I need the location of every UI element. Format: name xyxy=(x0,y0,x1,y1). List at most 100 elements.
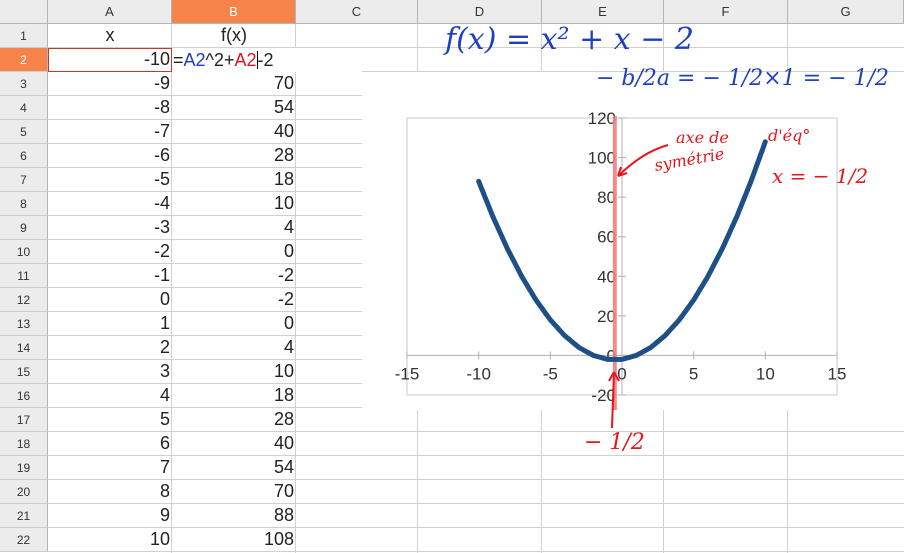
data-point xyxy=(663,334,667,338)
cell-a22[interactable]: 10 xyxy=(48,528,172,551)
cell-a19[interactable]: 7 xyxy=(48,456,172,479)
row-header-18[interactable]: 18 xyxy=(0,432,48,456)
data-point xyxy=(634,353,638,357)
row-header-7[interactable]: 7 xyxy=(0,168,48,192)
cell-b16[interactable]: 18 xyxy=(172,384,296,407)
cell-a1[interactable]: x xyxy=(48,24,172,47)
data-point xyxy=(591,353,595,357)
row-header-6[interactable]: 6 xyxy=(0,144,48,168)
formula-token: -2 xyxy=(257,49,274,70)
select-all-corner[interactable] xyxy=(0,0,48,24)
row-header-1[interactable]: 1 xyxy=(0,24,48,48)
row-header-17[interactable]: 17 xyxy=(0,408,48,432)
column-header-d[interactable]: D xyxy=(418,0,542,24)
data-point xyxy=(606,357,610,361)
axis-label-annotation-3: d'éq° xyxy=(768,126,811,145)
row-header-15[interactable]: 15 xyxy=(0,360,48,384)
data-point xyxy=(520,274,524,278)
cell-a18[interactable]: 6 xyxy=(48,432,172,455)
cell-b3[interactable]: 70 xyxy=(172,72,296,95)
column-header-a[interactable]: A xyxy=(48,0,172,24)
column-header-g[interactable]: G xyxy=(788,0,904,24)
cell-a5[interactable]: -7 xyxy=(48,120,172,143)
data-point xyxy=(534,298,538,302)
cell-a8[interactable]: -4 xyxy=(48,192,172,215)
cell-b19[interactable]: 54 xyxy=(172,456,296,479)
row-header-10[interactable]: 10 xyxy=(0,240,48,264)
row-header-4[interactable]: 4 xyxy=(0,96,48,120)
row-header-16[interactable]: 16 xyxy=(0,384,48,408)
row-header-3[interactable]: 3 xyxy=(0,72,48,96)
cell-b5[interactable]: 40 xyxy=(172,120,296,143)
column-header-c[interactable]: C xyxy=(296,0,418,24)
column-header-f[interactable]: F xyxy=(664,0,788,24)
row-header-2[interactable]: 2 xyxy=(0,48,48,72)
x-tick-label: 5 xyxy=(689,364,698,383)
row-header-14[interactable]: 14 xyxy=(0,336,48,360)
data-point xyxy=(649,346,653,350)
data-point xyxy=(548,318,552,322)
cell-b20[interactable]: 70 xyxy=(172,480,296,503)
cell-b17[interactable]: 28 xyxy=(172,408,296,431)
cell-a11[interactable]: -1 xyxy=(48,264,172,287)
cell-b2-formula-editor[interactable]: = A2 ^2+ A2 -2 xyxy=(172,48,362,72)
row-header-11[interactable]: 11 xyxy=(0,264,48,288)
y-tick-label: 100 xyxy=(588,149,616,168)
cell-b9[interactable]: 4 xyxy=(172,216,296,239)
cell-b21[interactable]: 88 xyxy=(172,504,296,527)
cell-a9[interactable]: -3 xyxy=(48,216,172,239)
cell-b22[interactable]: 108 xyxy=(172,528,296,551)
cell-a6[interactable]: -6 xyxy=(48,144,172,167)
x-tick-label: -10 xyxy=(466,364,491,383)
data-point xyxy=(620,357,624,361)
data-point xyxy=(749,179,753,183)
data-point xyxy=(692,298,696,302)
cell-a10[interactable]: -2 xyxy=(48,240,172,263)
row-header-20[interactable]: 20 xyxy=(0,480,48,504)
parabola-chart[interactable]: -15 -10 -5 0 5 10 15 -20 0 20 40 60 80 100 120 xyxy=(362,72,904,421)
cell-b1[interactable]: f(x) xyxy=(172,24,296,47)
row-header-22[interactable]: 22 xyxy=(0,528,48,552)
y-tick-label: -20 xyxy=(591,386,616,405)
x-tick-label: 0 xyxy=(617,364,626,383)
cell-b15[interactable]: 10 xyxy=(172,360,296,383)
data-point xyxy=(677,318,681,322)
data-point xyxy=(763,140,767,144)
function-annotation: f(x) = x² + x − 2 xyxy=(445,22,695,57)
cell-b18[interactable]: 40 xyxy=(172,432,296,455)
cell-b12[interactable]: -2 xyxy=(172,288,296,311)
data-point xyxy=(477,179,481,183)
cell-a13[interactable]: 1 xyxy=(48,312,172,335)
cell-b4[interactable]: 54 xyxy=(172,96,296,119)
cell-a15[interactable]: 3 xyxy=(48,360,172,383)
cell-a3[interactable]: -9 xyxy=(48,72,172,95)
cell-a16[interactable]: 4 xyxy=(48,384,172,407)
cell-b14[interactable]: 4 xyxy=(172,336,296,359)
cell-b7[interactable]: 18 xyxy=(172,168,296,191)
column-header-b[interactable]: B xyxy=(172,0,296,24)
cell-a4[interactable]: -8 xyxy=(48,96,172,119)
row-header-19[interactable]: 19 xyxy=(0,456,48,480)
cell-b10[interactable]: 0 xyxy=(172,240,296,263)
data-point xyxy=(563,334,567,338)
cell-a12[interactable]: 0 xyxy=(48,288,172,311)
cell-b8[interactable]: 10 xyxy=(172,192,296,215)
row-gridline xyxy=(48,551,904,552)
chart-svg: -15 -10 -5 0 5 10 15-20020406080100120 xyxy=(395,109,846,421)
cell-b11[interactable]: -2 xyxy=(172,264,296,287)
cell-a7[interactable]: -5 xyxy=(48,168,172,191)
cell-a21[interactable]: 9 xyxy=(48,504,172,527)
row-header-8[interactable]: 8 xyxy=(0,192,48,216)
cell-a14[interactable]: 2 xyxy=(48,336,172,359)
row-header-5[interactable]: 5 xyxy=(0,120,48,144)
cell-a20[interactable]: 8 xyxy=(48,480,172,503)
row-header-21[interactable]: 21 xyxy=(0,504,48,528)
column-header-e[interactable]: E xyxy=(542,0,664,24)
cell-b13[interactable]: 0 xyxy=(172,312,296,335)
row-header-12[interactable]: 12 xyxy=(0,288,48,312)
cell-a17[interactable]: 5 xyxy=(48,408,172,431)
row-header-13[interactable]: 13 xyxy=(0,312,48,336)
cell-b6[interactable]: 28 xyxy=(172,144,296,167)
row-header-9[interactable]: 9 xyxy=(0,216,48,240)
x-tick-label: -15 xyxy=(395,364,420,383)
